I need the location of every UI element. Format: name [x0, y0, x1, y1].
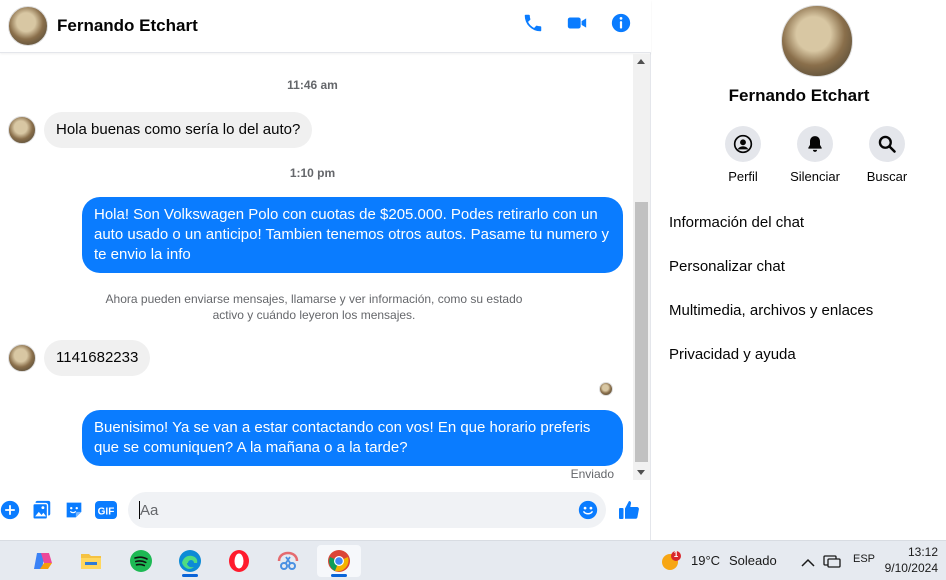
video-camera-icon[interactable] — [565, 11, 589, 35]
app-window: Fernando Etchart 11:46 am Hola buenas co… — [0, 0, 946, 580]
active-app-indicator — [182, 574, 198, 577]
profile-button[interactable]: Perfil — [703, 126, 783, 184]
sender-avatar[interactable] — [8, 116, 36, 144]
copilot-icon[interactable] — [23, 545, 63, 577]
search-button[interactable]: Buscar — [847, 126, 927, 184]
image-icon[interactable] — [30, 498, 54, 522]
bell-icon — [808, 136, 822, 152]
mute-button-label: Silenciar — [790, 169, 840, 184]
svg-text:GIF: GIF — [98, 507, 115, 518]
search-button-label: Buscar — [866, 169, 908, 184]
network-icon[interactable] — [823, 553, 841, 574]
chat-header: Fernando Etchart — [0, 0, 651, 53]
plus-circle-icon[interactable] — [0, 498, 22, 522]
menu-chat-info[interactable]: Información del chat — [669, 214, 804, 231]
timestamp: 1:10 pm — [289, 166, 336, 180]
profile-avatar[interactable] — [781, 5, 853, 77]
message-composer: GIF — [0, 486, 651, 534]
spotify-icon[interactable] — [121, 545, 161, 577]
profile-button-circle — [725, 126, 761, 162]
profile-button-label: Perfil — [728, 169, 758, 184]
header-actions — [521, 11, 633, 35]
menu-media-files-links[interactable]: Multimedia, archivos y enlaces — [669, 302, 873, 319]
opera-browser-icon[interactable] — [219, 545, 259, 577]
active-app-indicator — [331, 574, 347, 577]
profile-name: Fernando Etchart — [728, 86, 870, 105]
weather-widget-icon[interactable]: 1 — [660, 550, 682, 572]
message-status: Enviado — [570, 467, 614, 480]
message-input[interactable] — [140, 492, 560, 528]
outgoing-message-bubble[interactable]: Hola! Son Volkswagen Polo con cuotas de … — [82, 197, 623, 273]
input-language[interactable]: ESP — [853, 553, 875, 565]
scrollbar-thumb[interactable] — [635, 202, 648, 462]
user-circle-icon — [733, 134, 753, 154]
info-icon[interactable] — [609, 11, 633, 35]
chevron-up-icon[interactable] — [801, 555, 815, 573]
chrome-browser-icon[interactable] — [317, 545, 361, 577]
mute-button[interactable]: Silenciar — [775, 126, 855, 184]
weather-temperature[interactable]: 19°C — [691, 553, 720, 568]
contact-name[interactable]: Fernando Etchart — [57, 16, 198, 36]
clock-time: 13:12 — [907, 545, 938, 559]
taskbar: 1 19°C Soleado ESP 13:12 9/10/2024 — [0, 540, 946, 580]
timestamp: 11:46 am — [287, 78, 338, 92]
chat-details-panel: Fernando Etchart Perfil Silenciar Buscar… — [652, 0, 946, 540]
file-explorer-icon[interactable] — [71, 545, 111, 577]
incoming-message-row: Hola buenas como sería lo del auto? — [8, 112, 313, 148]
menu-customize-chat[interactable]: Personalizar chat — [669, 258, 785, 275]
snipping-tool-icon[interactable] — [268, 545, 308, 577]
system-clock[interactable]: 13:12 9/10/2024 — [885, 544, 938, 576]
message-scrollbar[interactable] — [633, 54, 650, 480]
weather-description[interactable]: Soleado — [729, 553, 777, 568]
message-input-wrapper[interactable] — [128, 492, 606, 528]
search-icon — [878, 135, 896, 153]
thumbs-up-icon[interactable] — [617, 498, 641, 522]
incoming-message-bubble[interactable]: Hola buenas como sería lo del auto? — [44, 112, 313, 148]
clock-date: 9/10/2024 — [884, 561, 938, 575]
sticker-icon[interactable] — [62, 498, 86, 522]
privacy-notice: Ahora pueden enviarse mensajes, llamarse… — [105, 292, 523, 322]
search-button-circle — [869, 126, 905, 162]
chat-pane: Fernando Etchart 11:46 am Hola buenas co… — [0, 0, 651, 540]
menu-privacy-help[interactable]: Privacidad y ayuda — [669, 346, 796, 363]
weather-badge: 1 — [673, 550, 679, 559]
phone-icon[interactable] — [521, 11, 545, 35]
mute-button-circle — [797, 126, 833, 162]
contact-avatar[interactable] — [8, 6, 48, 46]
seen-receipt-avatar — [599, 382, 613, 396]
scroll-down-arrow-icon[interactable] — [637, 470, 645, 475]
gif-icon[interactable]: GIF — [94, 498, 118, 522]
incoming-message-bubble[interactable]: 1141682233 — [44, 340, 151, 376]
emoji-icon[interactable] — [576, 498, 600, 522]
sender-avatar[interactable] — [8, 344, 36, 372]
message-list[interactable]: 11:46 am Hola buenas como sería lo del a… — [0, 54, 633, 480]
outgoing-message-bubble[interactable]: Buenisimo! Ya se van a estar contactando… — [82, 410, 623, 466]
incoming-message-row: 1141682233 — [8, 340, 151, 376]
edge-browser-icon[interactable] — [170, 545, 210, 577]
scroll-up-arrow-icon[interactable] — [637, 59, 645, 64]
